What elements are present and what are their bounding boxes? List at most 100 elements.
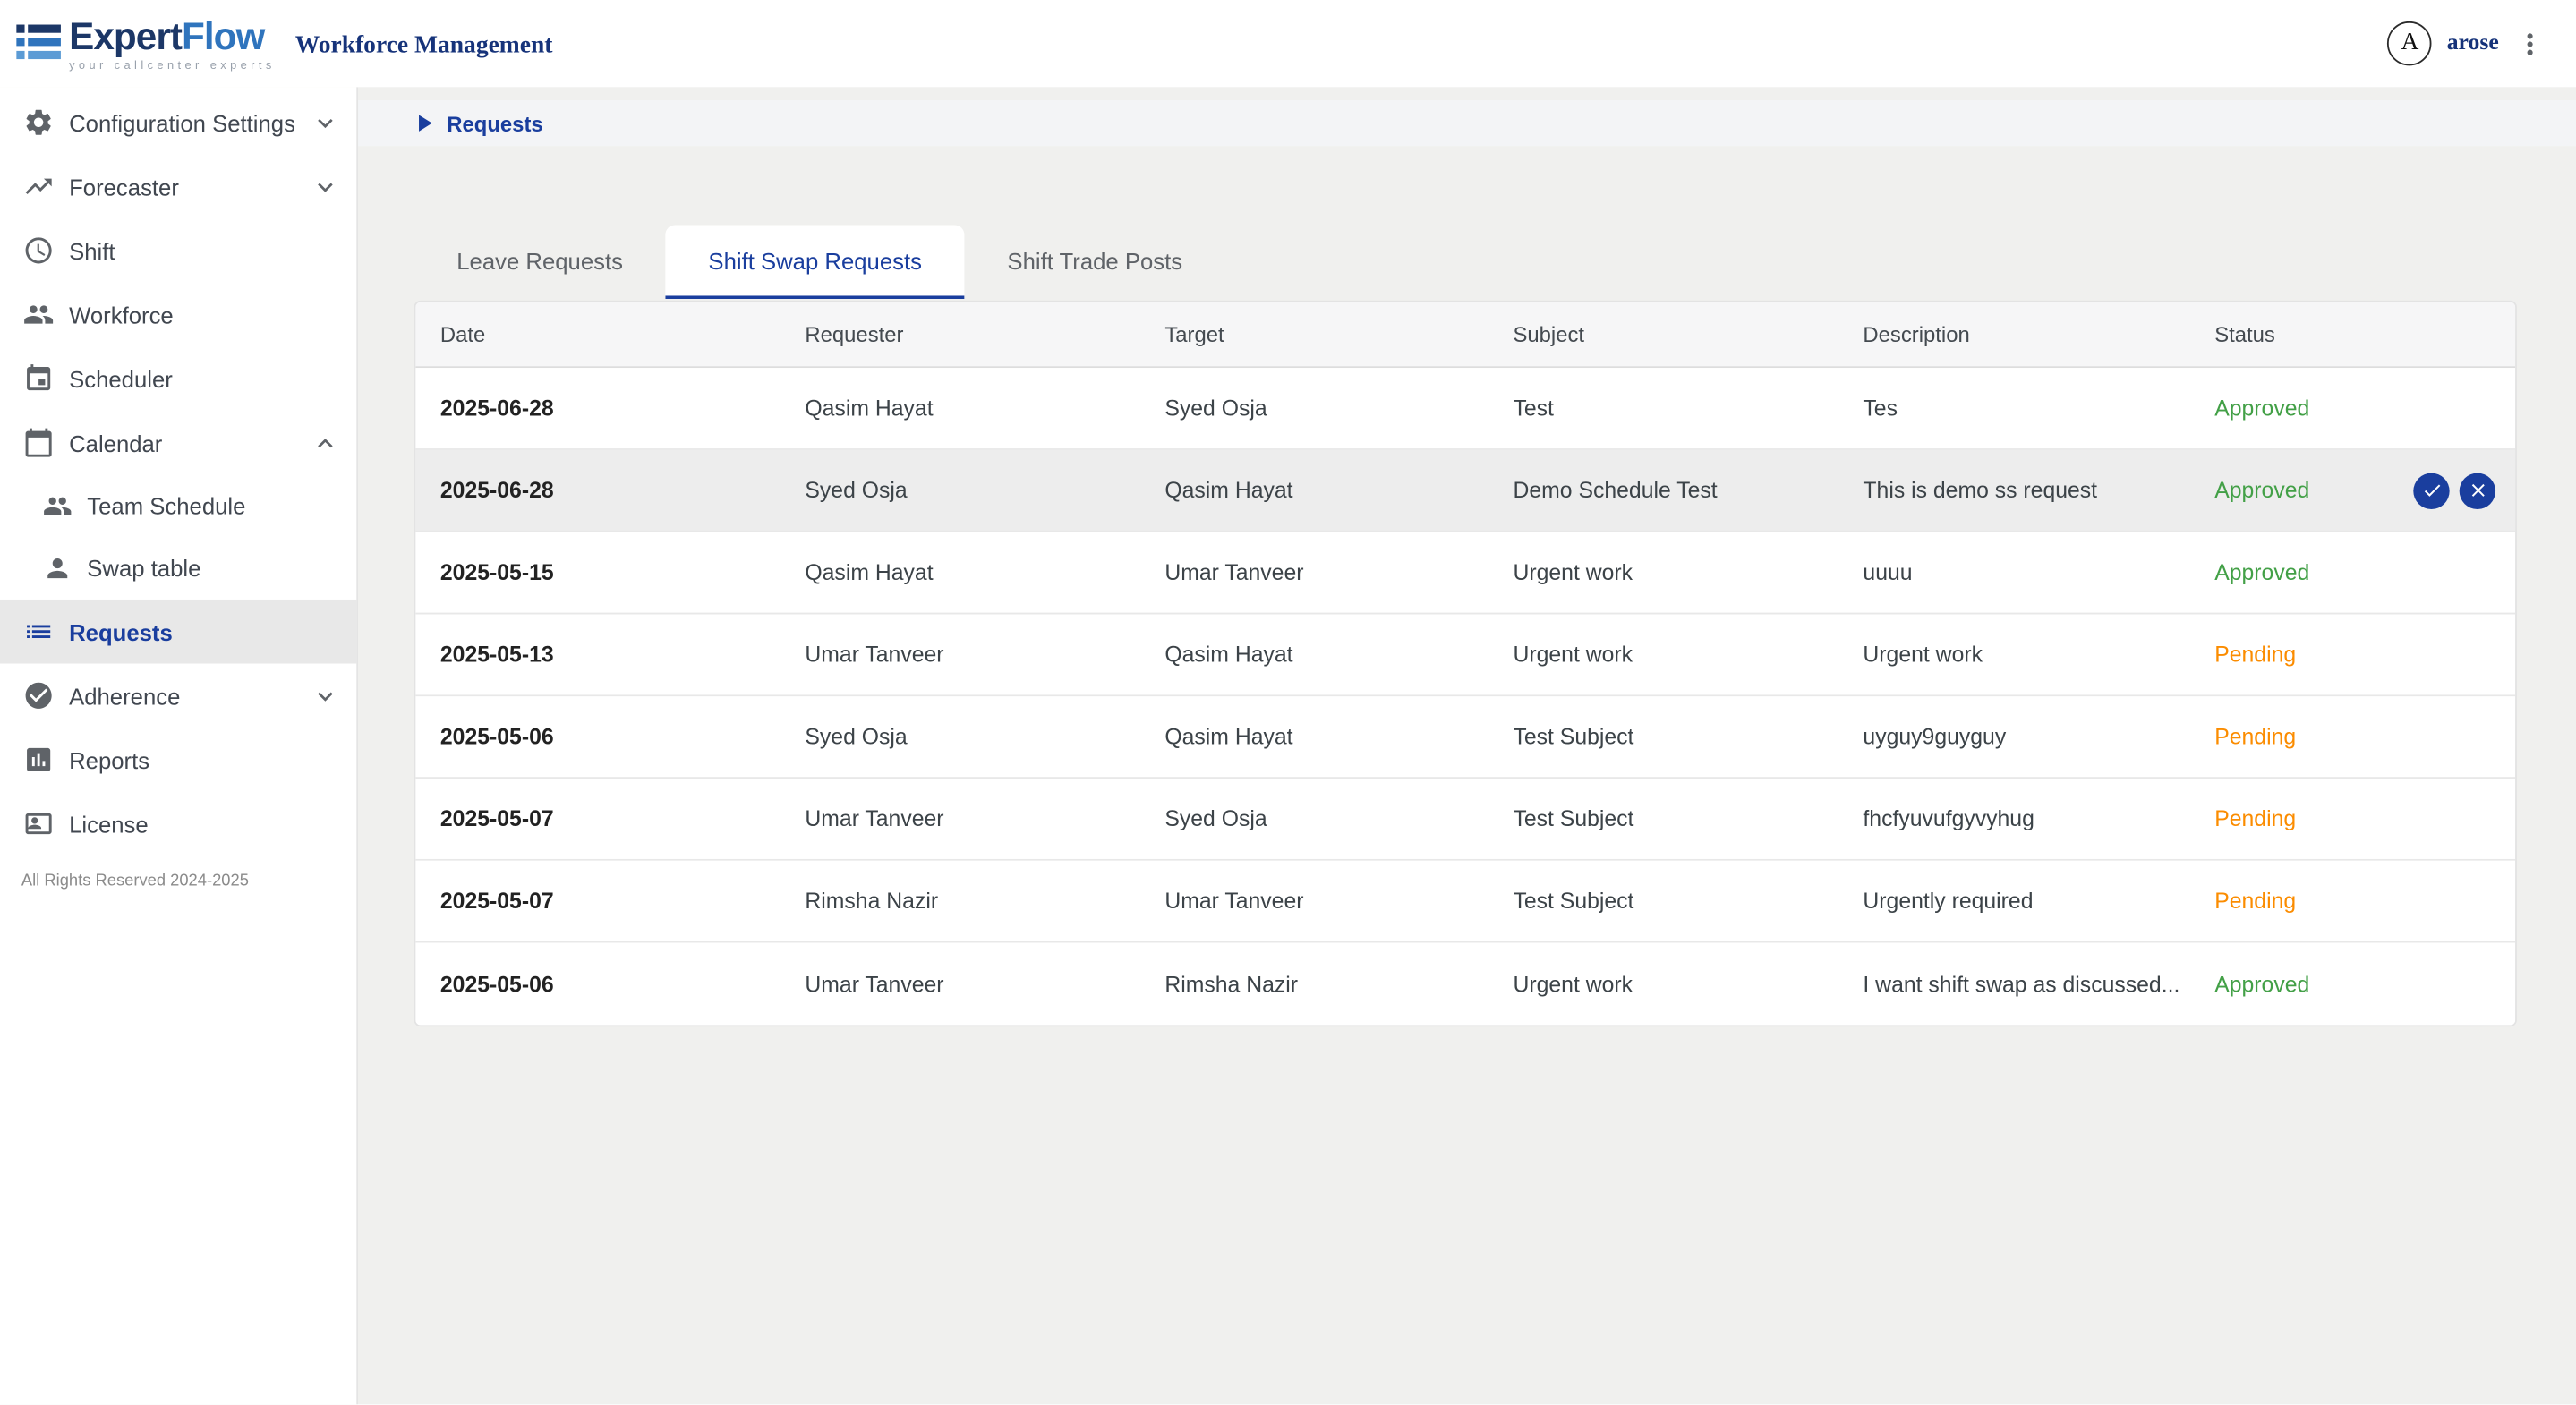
status-badge: Approved [2214, 478, 2309, 503]
app-root: Expert Flow your callcenter experts Work… [0, 0, 2576, 1404]
main-content: Requests Leave Requests Shift Swap Reques… [358, 87, 2576, 1404]
table-row[interactable]: 2025-05-06Umar TanveerRimsha NazirUrgent… [415, 943, 2515, 1026]
chevron-down-icon [311, 681, 340, 711]
breadcrumb[interactable]: Requests [358, 100, 2576, 146]
table-row[interactable]: 2025-05-13Umar TanveerQasim HayatUrgent … [415, 614, 2515, 696]
sidebar-item-team-schedule[interactable]: Team Schedule [0, 474, 356, 537]
cell-requester: Umar Tanveer [780, 806, 1140, 831]
table-row[interactable]: 2025-05-06Syed OsjaQasim HayatTest Subje… [415, 696, 2515, 779]
check-icon [2421, 480, 2443, 501]
sidebar-item-label: Scheduler [69, 365, 173, 391]
logo-word-flow: Flow [182, 15, 264, 60]
cell-requester: Umar Tanveer [780, 972, 1140, 997]
tab-leave-requests[interactable]: Leave Requests [414, 225, 666, 299]
cell-requester: Syed Osja [780, 724, 1140, 749]
status-badge: Approved [2214, 972, 2309, 997]
cell-subject: Test Subject [1488, 889, 1838, 914]
cell-requester: Qasim Hayat [780, 396, 1140, 421]
status-badge: Pending [2214, 643, 2296, 668]
sidebar-item-forecaster[interactable]: Forecaster [0, 155, 356, 219]
event-icon [23, 363, 55, 395]
column-header-description: Description [1838, 322, 2190, 347]
sidebar-item-label: Forecaster [69, 174, 179, 200]
cell-target: Qasim Hayat [1140, 643, 1488, 668]
tab-shift-trade-posts[interactable]: Shift Trade Posts [965, 225, 1225, 299]
id-card-icon [23, 808, 55, 839]
tab-shift-swap-requests[interactable]: Shift Swap Requests [666, 225, 965, 299]
cell-target: Syed Osja [1140, 396, 1488, 421]
column-header-target: Target [1140, 322, 1488, 347]
cell-date: 2025-06-28 [415, 478, 780, 503]
cell-status: Pending [2190, 643, 2515, 668]
cell-subject: Test Subject [1488, 806, 1838, 831]
sidebar-item-scheduler[interactable]: Scheduler [0, 346, 356, 411]
cell-description: Urgently required [1838, 889, 2190, 914]
table-body: 2025-06-28Qasim HayatSyed OsjaTestTesApp… [415, 368, 2515, 1025]
sidebar-footer: All Rights Reserved 2024-2025 [0, 856, 356, 890]
table-row[interactable]: 2025-05-15Qasim HayatUmar TanveerUrgent … [415, 532, 2515, 615]
column-header-status: Status [2190, 322, 2515, 347]
person-icon [43, 554, 73, 583]
avatar[interactable]: A [2388, 21, 2433, 66]
check-circle-icon [23, 680, 55, 711]
sidebar-item-reports[interactable]: Reports [0, 728, 356, 792]
bar-chart-icon [23, 744, 55, 775]
app-title: Workforce Management [295, 32, 553, 60]
sidebar-item-adherence[interactable]: Adherence [0, 664, 356, 728]
cell-subject: Test Subject [1488, 724, 1838, 749]
header-right: A arose [2388, 21, 2576, 66]
people-icon [23, 299, 55, 330]
username: arose [2447, 30, 2499, 56]
expand-triangle-icon [419, 115, 432, 131]
cell-requester: Rimsha Nazir [780, 889, 1140, 914]
table-row[interactable]: 2025-06-28Qasim HayatSyed OsjaTestTesApp… [415, 368, 2515, 450]
chevron-down-icon [311, 172, 340, 201]
cell-subject: Test [1488, 396, 1838, 421]
sidebar-item-shift[interactable]: Shift [0, 218, 356, 283]
sidebar-item-label: Requests [69, 618, 173, 644]
cell-requester: Qasim Hayat [780, 560, 1140, 585]
table-row[interactable]: 2025-05-07Rimsha NazirUmar TanveerTest S… [415, 861, 2515, 943]
status-badge: Approved [2214, 560, 2309, 585]
tab-bar: Leave Requests Shift Swap Requests Shift T… [414, 225, 1225, 299]
sidebar-item-label: Workforce [69, 302, 174, 328]
trending-up-icon [23, 171, 55, 202]
cell-subject: Urgent work [1488, 560, 1838, 585]
cell-status: Pending [2190, 806, 2515, 831]
sidebar-item-label: Shift [69, 237, 115, 263]
cell-description: uuuu [1838, 560, 2190, 585]
reject-button[interactable] [2460, 473, 2495, 508]
sidebar: Configuration Settings Forecaster Shift Wor… [0, 87, 358, 1404]
approve-button[interactable] [2413, 473, 2449, 508]
chevron-up-icon [311, 428, 340, 457]
cell-date: 2025-05-13 [415, 643, 780, 668]
sidebar-item-configuration-settings[interactable]: Configuration Settings [0, 90, 356, 155]
column-header-subject: Subject [1488, 322, 1838, 347]
cell-target: Rimsha Nazir [1140, 972, 1488, 997]
cell-description: This is demo ss request [1838, 478, 2190, 503]
cell-date: 2025-06-28 [415, 396, 780, 421]
cell-subject: Demo Schedule Test [1488, 478, 1838, 503]
sidebar-item-swap-table[interactable]: Swap table [0, 537, 356, 600]
row-actions [2413, 473, 2495, 508]
close-icon [2467, 480, 2488, 501]
sidebar-item-calendar[interactable]: Calendar [0, 411, 356, 475]
column-header-date: Date [415, 322, 780, 347]
chevron-down-icon [311, 107, 340, 137]
table-row[interactable]: 2025-05-07Umar TanveerSyed OsjaTest Subj… [415, 779, 2515, 861]
cell-date: 2025-05-06 [415, 724, 780, 749]
sidebar-item-requests[interactable]: Requests [0, 600, 356, 664]
cell-target: Syed Osja [1140, 806, 1488, 831]
cell-description: Urgent work [1838, 643, 2190, 668]
logo-word-expert: Expert [69, 15, 182, 60]
kebab-icon [2513, 27, 2546, 60]
tab-label: Shift Swap Requests [708, 247, 922, 273]
logo-bar [16, 25, 61, 33]
logo-tagline: your callcenter experts [69, 61, 276, 72]
sidebar-item-license[interactable]: License [0, 792, 356, 856]
sidebar-items: Configuration Settings Forecaster Shift Wor… [0, 90, 356, 856]
table-row[interactable]: 2025-06-28Syed OsjaQasim HayatDemo Sched… [415, 450, 2515, 532]
sidebar-item-label: Adherence [69, 683, 180, 709]
kebab-menu-icon[interactable] [2513, 27, 2546, 60]
sidebar-item-workforce[interactable]: Workforce [0, 283, 356, 347]
